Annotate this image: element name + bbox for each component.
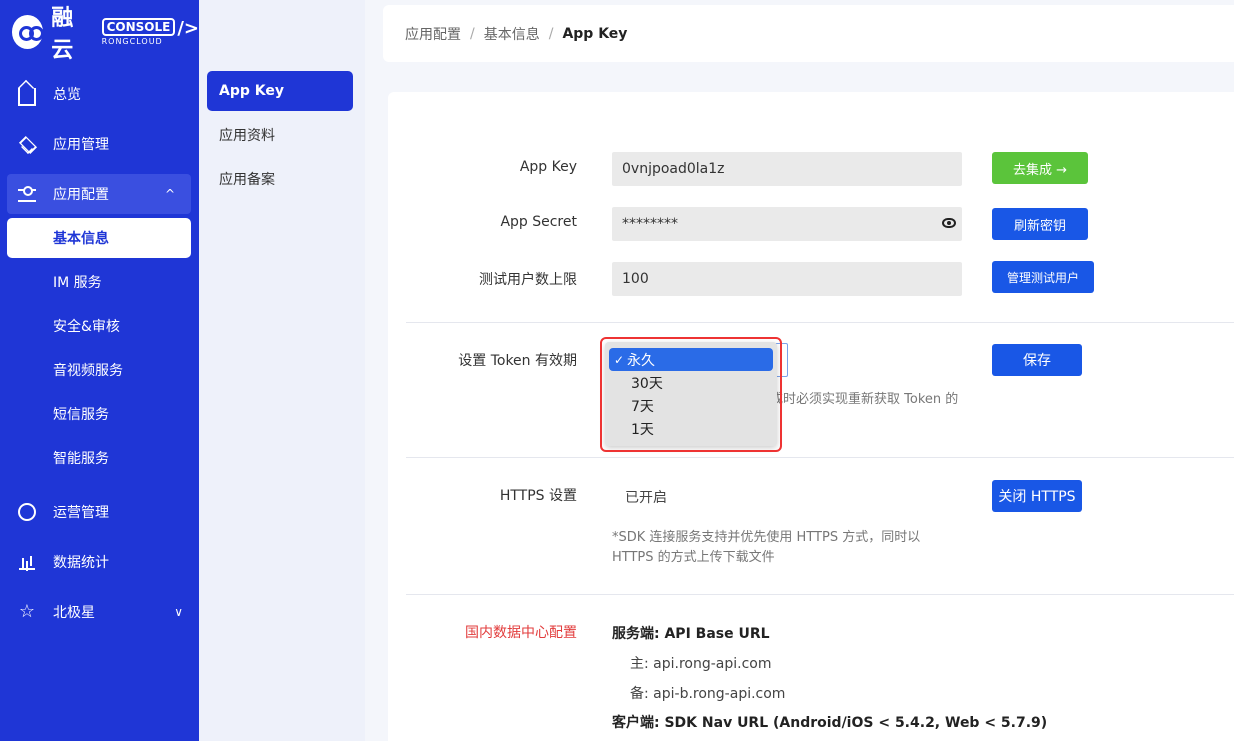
- chevron-up-icon: ^: [164, 187, 175, 201]
- save-button[interactable]: 保存: [992, 344, 1082, 376]
- disable-https-button[interactable]: 关闭 HTTPS: [992, 480, 1082, 512]
- sidebar-item-polaris[interactable]: ☆ 北极星 ∨: [0, 592, 199, 632]
- sidebar-subitem-im-service[interactable]: IM 服务: [7, 262, 191, 302]
- sidebar-item-app-config[interactable]: 应用配置 ^: [7, 174, 191, 214]
- sidebar-item-label: 运营管理: [53, 505, 109, 521]
- breadcrumb: 应用配置 / 基本信息 / App Key: [383, 5, 1234, 62]
- sidebar-item-label: 应用管理: [53, 137, 109, 153]
- client-nav-title: 客户端: SDK Nav URL (Android/iOS < 5.4.2, W…: [612, 715, 1048, 731]
- breadcrumb-separator: /: [470, 25, 475, 42]
- https-note-line-2: HTTPS 的方式上传下载文件: [612, 550, 775, 565]
- brand-sub-label: RONGCLOUD: [101, 37, 163, 46]
- https-setting-label: HTTPS 设置: [499, 488, 577, 504]
- bar-chart-icon: [18, 553, 36, 571]
- divider: [406, 322, 1234, 323]
- subnav-item-app-filing[interactable]: 应用备案: [207, 159, 353, 199]
- test-users-field[interactable]: 100: [612, 262, 962, 296]
- test-users-label: 测试用户数上限: [479, 272, 577, 288]
- subnav-item-app-key[interactable]: App Key: [207, 71, 353, 111]
- token-validity-label: 设置 Token 有效期: [458, 353, 577, 369]
- breadcrumb-item-basic-info[interactable]: 基本信息: [484, 24, 540, 44]
- sidebar-item-statistics[interactable]: 数据统计: [0, 542, 199, 582]
- breadcrumb-item-app-config[interactable]: 应用配置: [405, 24, 461, 44]
- secondary-nav: App Key 应用资料 应用备案: [199, 0, 365, 741]
- sidebar-item-label: 北极星: [53, 605, 95, 621]
- primary-api-url: 主: api.rong-api.com: [630, 656, 772, 672]
- sidebar-subitem-smart-service[interactable]: 智能服务: [7, 438, 191, 478]
- sidebar-item-label: 应用配置: [53, 187, 109, 203]
- datacenter-label: 国内数据中心配置: [465, 625, 577, 641]
- divider: [406, 457, 1234, 458]
- integrate-button[interactable]: 去集成 →: [992, 152, 1088, 184]
- sidebar-item-overview[interactable]: 总览: [0, 74, 199, 114]
- divider: [406, 594, 1234, 595]
- star-icon: ☆: [18, 601, 36, 622]
- main-card: [388, 92, 1234, 741]
- sidebar-item-app-management[interactable]: 应用管理: [0, 124, 199, 164]
- chevron-down-icon: ∨: [174, 605, 183, 619]
- layers-icon: [18, 135, 36, 153]
- sidebar-item-label: 数据统计: [53, 555, 109, 571]
- app-secret-field[interactable]: ********: [612, 207, 962, 241]
- ring-icon: [18, 503, 36, 521]
- home-icon: [18, 88, 36, 106]
- brand-logo-area[interactable]: 融云 CONSOLE RONGCLOUD />: [12, 6, 199, 63]
- server-api-title: 服务端: API Base URL: [612, 626, 770, 642]
- app-key-field[interactable]: 0vnjpoad0la1z: [612, 152, 962, 186]
- brand-console-label: CONSOLE: [101, 18, 176, 36]
- refresh-secret-button[interactable]: 刷新密钥: [992, 208, 1088, 240]
- brand-name: 融云: [51, 6, 75, 63]
- app-secret-value: ********: [622, 216, 678, 232]
- rongcloud-logo-icon: [12, 15, 45, 49]
- app-secret-label: App Secret: [500, 214, 577, 230]
- sidebar-subitem-av-service[interactable]: 音视频服务: [7, 350, 191, 390]
- breadcrumb-current: App Key: [562, 25, 628, 42]
- https-note-line-1: *SDK 连接服务支持并优先使用 HTTPS 方式，同时以: [612, 530, 921, 545]
- brand-console: CONSOLE RONGCLOUD: [101, 18, 176, 46]
- sidebar-subitem-security[interactable]: 安全&审核: [7, 306, 191, 346]
- sidebar: 融云 CONSOLE RONGCLOUD /> 总览 应用管理 应用配置 ^ 基…: [0, 0, 199, 741]
- subnav-item-app-profile[interactable]: 应用资料: [207, 115, 353, 155]
- sidebar-subitem-sms-service[interactable]: 短信服务: [7, 394, 191, 434]
- app-key-value: 0vnjpoad0la1z: [622, 161, 725, 177]
- brand-slash: />: [177, 17, 199, 39]
- sidebar-item-operations[interactable]: 运营管理: [0, 492, 199, 532]
- backup-api-url: 备: api-b.rong-api.com: [630, 686, 786, 702]
- sidebar-subitem-basic-info[interactable]: 基本信息: [7, 218, 191, 258]
- test-users-value: 100: [622, 271, 649, 287]
- app-key-label: App Key: [519, 159, 577, 175]
- manage-test-users-button[interactable]: 管理测试用户: [992, 261, 1094, 293]
- sliders-icon: [18, 185, 36, 203]
- sidebar-item-label: 总览: [53, 87, 81, 103]
- https-status: 已开启: [625, 490, 667, 506]
- eye-icon[interactable]: [942, 218, 956, 228]
- token-hint-text: 或时必须实现重新获取 Token 的: [770, 392, 959, 407]
- breadcrumb-separator: /: [548, 25, 554, 42]
- highlight-box: [600, 337, 782, 452]
